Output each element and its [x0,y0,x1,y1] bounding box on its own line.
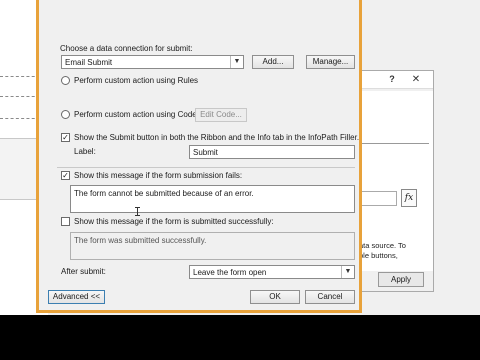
divider [0,118,40,119]
chevron-down-icon[interactable]: ▼ [341,266,354,278]
fail-message-checkbox[interactable]: ✓ [61,171,70,180]
code-radio[interactable] [61,110,70,119]
code-radio-label: Perform custom action using Code [74,110,197,119]
close-icon[interactable]: ✕ [408,73,424,86]
fail-message-input[interactable]: The form cannot be submitted because of … [70,185,355,213]
connection-label: Choose a data connection for submit: [60,44,193,53]
background-dialog-titlebar: ? ✕ [356,71,433,89]
background-dialog-panel: fx ata source. To ple buttons, [356,91,433,271]
submit-options-dialog: Choose a data connection for submit: Ema… [36,0,362,313]
function-icon[interactable]: fx [401,189,417,207]
apply-button[interactable]: Apply [378,272,424,287]
after-submit-label: After submit: [61,267,106,276]
help-icon[interactable]: ? [384,73,400,86]
fail-message-value: The form cannot be submitted because of … [74,189,254,198]
data-connection-value: Email Submit [65,58,113,67]
edit-code-button[interactable]: Edit Code... [195,108,247,122]
background-description: ata source. To ple buttons, [359,241,433,261]
divider [0,76,40,77]
background-dialog: ? ✕ fx ata source. To ple buttons, Apply [355,70,434,292]
divider [57,167,355,168]
advanced-button[interactable]: Advanced << [48,290,105,304]
show-submit-label: Show the Submit button in both the Ribbo… [74,133,360,142]
cancel-button[interactable]: Cancel [305,290,355,304]
success-message-value: The form was submitted successfully. [74,236,207,245]
divider [0,96,40,97]
after-submit-value: Leave the form open [193,268,267,277]
rules-radio-label: Perform custom action using Rules [74,76,199,85]
label-caption: Label: [74,147,96,156]
ok-button[interactable]: OK [250,290,300,304]
description-line: ple buttons, [359,251,398,260]
success-message-checkbox[interactable] [61,217,70,226]
button-label-input[interactable]: Submit [189,145,355,159]
chevron-down-icon[interactable]: ▼ [230,56,243,68]
screen: ? ✕ fx ata source. To ple buttons, Apply… [0,0,480,315]
fail-message-label: Show this message if the form submission… [74,171,243,180]
text-cursor-icon [135,207,140,216]
divider [361,143,429,144]
formula-field[interactable] [359,191,397,206]
show-submit-checkbox[interactable]: ✓ [61,133,70,142]
success-message-label: Show this message if the form is submitt… [74,217,274,226]
success-message-input[interactable]: The form was submitted successfully. [70,232,355,260]
button-label-value: Submit [193,148,218,157]
manage-button[interactable]: Manage... [306,55,355,69]
after-submit-select[interactable]: Leave the form open ▼ [189,265,355,279]
add-button[interactable]: Add... [252,55,294,69]
rules-radio[interactable] [61,76,70,85]
description-line: ata source. To [359,241,406,250]
data-connection-select[interactable]: Email Submit ▼ [61,55,244,69]
